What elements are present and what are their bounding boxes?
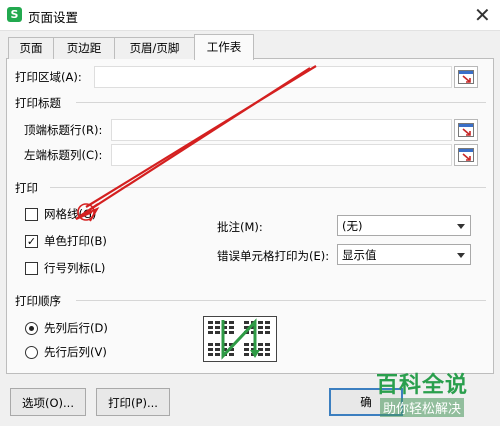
down-then-over-radio[interactable] xyxy=(25,322,38,335)
left-cols-label: 左端标题列(C): xyxy=(24,148,103,162)
gridlines-checkbox[interactable] xyxy=(25,208,38,221)
page-order-heading: 打印顺序 xyxy=(15,294,61,308)
comments-value: (无) xyxy=(342,219,363,233)
print-titles-divider xyxy=(76,102,486,103)
top-rows-label: 顶端标题行(R): xyxy=(24,123,103,137)
print-area-label: 打印区域(A): xyxy=(15,70,82,84)
left-cols-picker-button[interactable] xyxy=(454,144,478,166)
options-button[interactable]: 选项(O)... xyxy=(10,388,86,416)
range-select-icon xyxy=(458,123,474,137)
app-icon: S xyxy=(7,7,22,22)
over-then-down-label[interactable]: 先行后列(V) xyxy=(44,344,107,360)
tab-margins[interactable]: 页边距 xyxy=(53,37,115,59)
comments-label: 批注(M): xyxy=(217,220,263,234)
down-then-over-label[interactable]: 先列后行(D) xyxy=(44,320,108,336)
tab-page[interactable]: 页面 xyxy=(8,37,54,59)
chevron-down-icon xyxy=(457,253,465,258)
tab-header-footer[interactable]: 页眉/页脚 xyxy=(114,37,195,59)
monochrome-label[interactable]: 单色打印(B) xyxy=(44,233,107,249)
page-order-divider xyxy=(76,300,486,301)
row-col-headers-label[interactable]: 行号列标(L) xyxy=(44,260,105,276)
comments-select[interactable]: (无) xyxy=(337,215,471,236)
tab-sheet[interactable]: 工作表 xyxy=(194,34,254,60)
print-area-picker-button[interactable] xyxy=(454,66,478,88)
top-rows-input[interactable] xyxy=(111,119,452,141)
chevron-down-icon xyxy=(457,224,465,229)
watermark-logo: 百科全说 助你轻松解决 xyxy=(372,367,496,423)
close-icon[interactable]: ✕ xyxy=(474,3,491,27)
left-cols-input[interactable] xyxy=(111,144,452,166)
dialog-title: 页面设置 xyxy=(28,10,79,25)
watermark-sub-text: 助你轻松解决 xyxy=(380,398,465,417)
print-titles-heading: 打印标题 xyxy=(15,96,61,110)
monochrome-checkbox[interactable]: ✓ xyxy=(25,235,38,248)
watermark-main-text: 百科全说 xyxy=(376,373,469,398)
range-select-icon xyxy=(458,148,474,162)
print-button[interactable]: 打印(P)... xyxy=(96,388,170,416)
cell-errors-label: 错误单元格打印为(E): xyxy=(217,249,330,263)
gridlines-label[interactable]: 网格线(G) xyxy=(44,206,96,222)
row-col-headers-checkbox[interactable] xyxy=(25,262,38,275)
print-heading: 打印 xyxy=(15,181,38,195)
page-order-preview-icon xyxy=(203,316,277,362)
print-area-input[interactable] xyxy=(94,66,452,88)
cell-errors-value: 显示值 xyxy=(342,248,377,262)
cell-errors-select[interactable]: 显示值 xyxy=(337,244,471,265)
range-select-icon xyxy=(458,70,474,84)
radio-selected-dot xyxy=(29,326,34,331)
top-rows-picker-button[interactable] xyxy=(454,119,478,141)
over-then-down-radio[interactable] xyxy=(25,346,38,359)
print-divider xyxy=(50,187,486,188)
